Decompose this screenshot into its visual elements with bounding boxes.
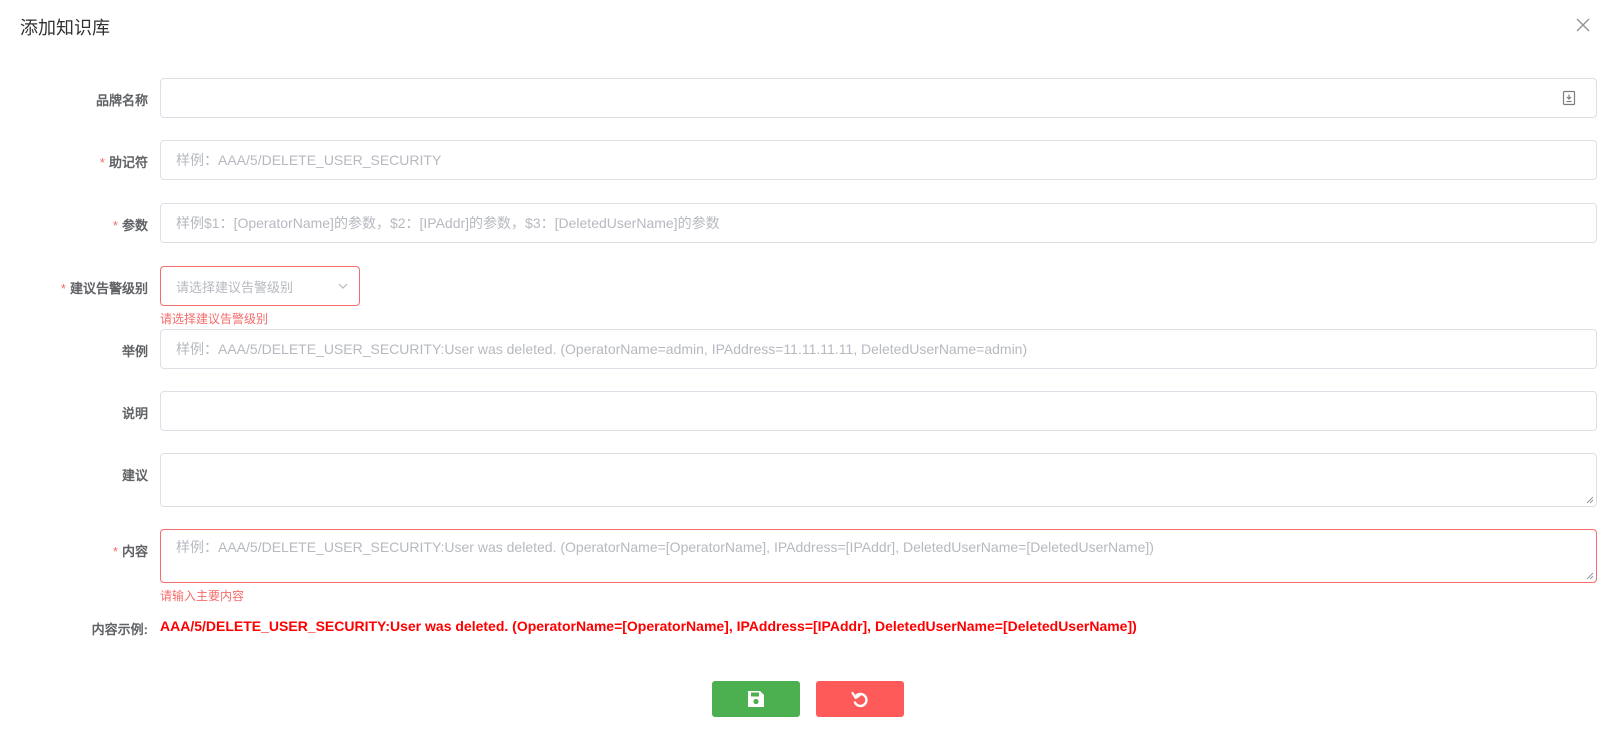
alarm-level-label: * 建议告警级别	[60, 281, 148, 296]
brand-label: 品牌名称	[95, 93, 148, 108]
dialog-title: 添加知识库	[20, 18, 110, 38]
content-label: * 内容	[112, 544, 148, 559]
mnemonic-label: * 助记符	[99, 155, 148, 170]
resize-handle-icon[interactable]	[1586, 496, 1594, 504]
brand-input[interactable]	[160, 78, 1597, 118]
content-example-text: AAA/5/DELETE_USER_SECURITY:User was dele…	[160, 618, 1137, 634]
undo-icon	[851, 691, 868, 708]
floppy-disk-icon	[748, 691, 764, 707]
resize-handle-icon[interactable]	[1586, 572, 1594, 580]
alarm-level-error: 请选择建议告警级别	[160, 312, 269, 326]
content-error: 请输入主要内容	[160, 589, 245, 603]
close-icon[interactable]	[1574, 16, 1592, 34]
example-label: 举例	[121, 344, 148, 359]
description-input[interactable]	[160, 391, 1597, 431]
content-example-label: 内容示例:	[91, 622, 148, 637]
params-input[interactable]: 样例$1：[OperatorName]的参数，$2：[IPAddr]的参数，$3…	[160, 203, 1597, 243]
suggestion-label: 建议	[121, 468, 148, 483]
params-label: * 参数	[112, 218, 148, 233]
suggestion-textarea[interactable]	[160, 453, 1597, 507]
example-input[interactable]: 样例：AAA/5/DELETE_USER_SECURITY:User was d…	[160, 329, 1597, 369]
chevron-down-icon	[338, 283, 348, 289]
content-textarea[interactable]: 样例：AAA/5/DELETE_USER_SECURITY:User was d…	[160, 529, 1597, 583]
alarm-level-select[interactable]: 请选择建议告警级别	[160, 266, 360, 306]
description-label: 说明	[121, 406, 148, 421]
reset-button[interactable]	[816, 681, 904, 717]
clipboard-icon[interactable]	[1562, 90, 1576, 106]
save-button[interactable]	[712, 681, 800, 717]
mnemonic-input[interactable]: 样例：AAA/5/DELETE_USER_SECURITY	[160, 140, 1597, 180]
